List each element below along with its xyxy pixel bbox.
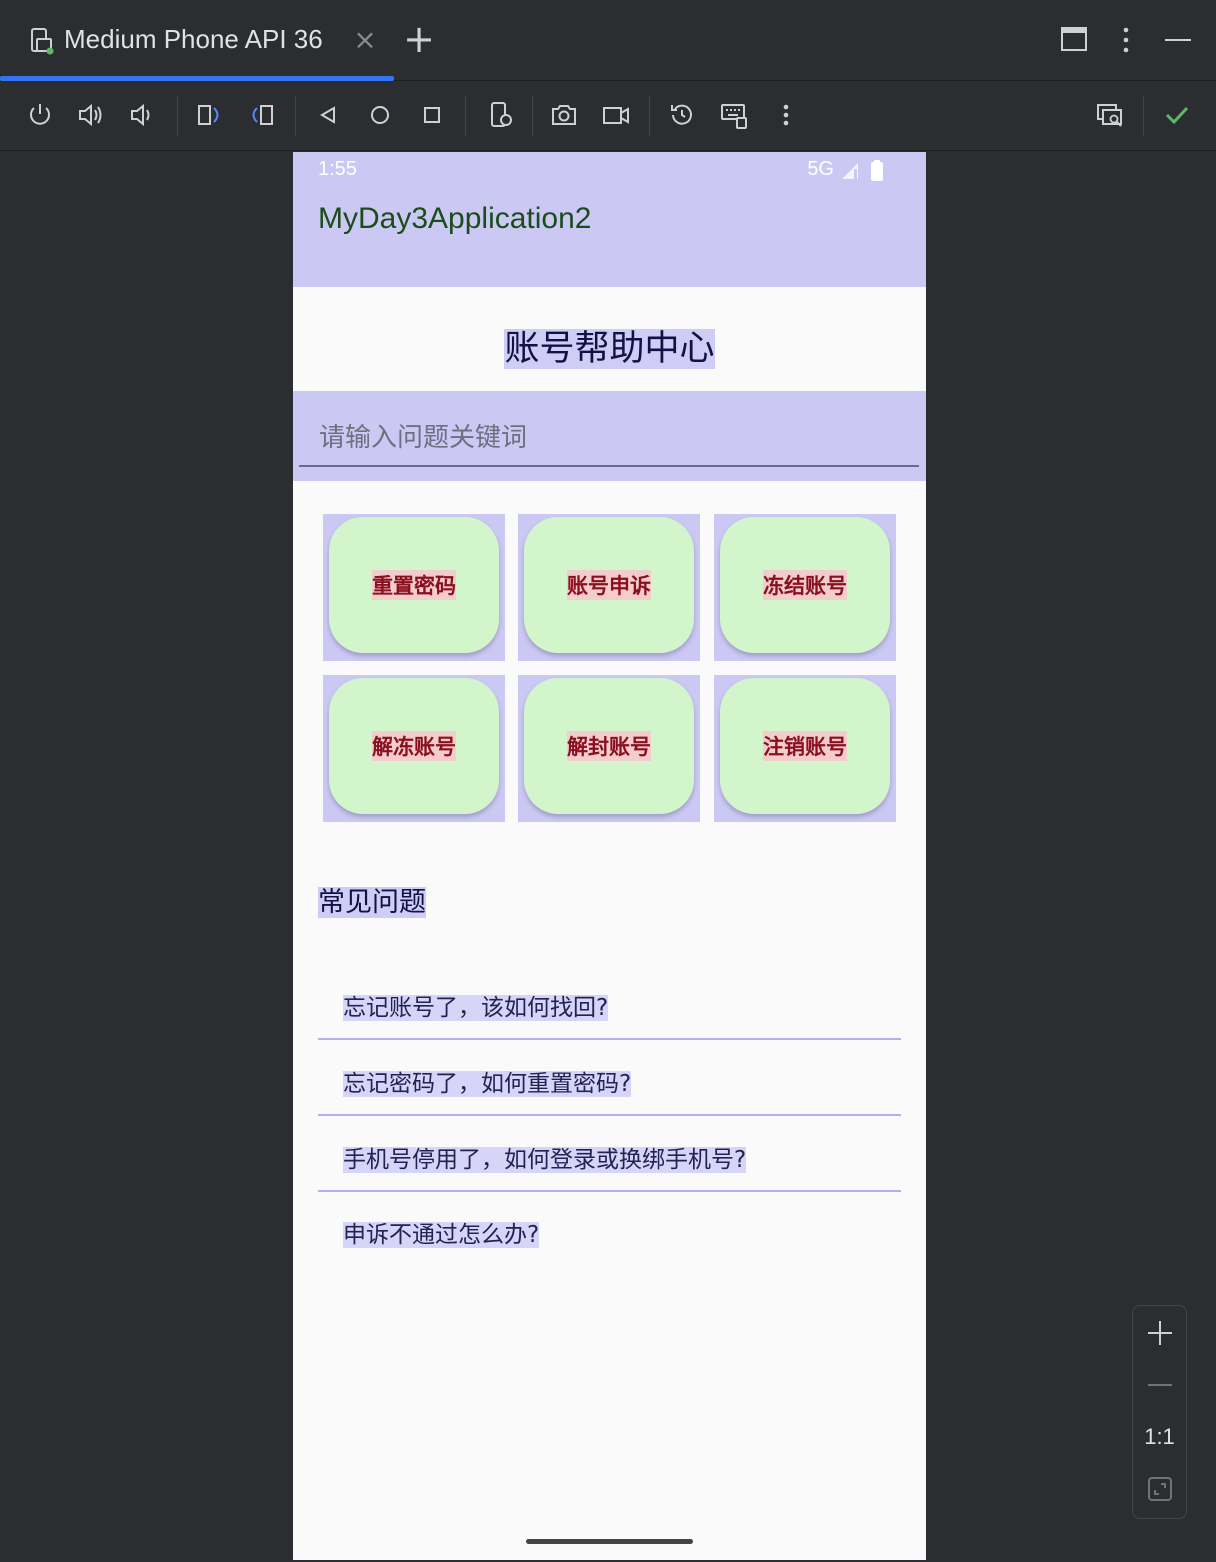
gesture-nav-bar[interactable] — [526, 1539, 693, 1544]
freeze-account-button[interactable]: 冻结账号 — [720, 517, 890, 653]
action-label: 注销账号 — [763, 731, 847, 761]
device-settings-icon[interactable] — [483, 97, 519, 133]
action-label: 账号申诉 — [567, 570, 651, 600]
rotate-left-icon[interactable] — [191, 97, 227, 133]
action-cell: 账号申诉 — [518, 514, 700, 661]
battery-icon — [871, 160, 883, 181]
maximize-window-icon[interactable] — [1056, 22, 1092, 58]
zoom-to-fit-icon[interactable] — [1147, 1476, 1173, 1502]
zoom-actual-size-button[interactable]: 1:1 — [1133, 1424, 1186, 1450]
search-container — [293, 391, 926, 481]
toolbar-separator — [465, 96, 466, 136]
faq-item[interactable]: 申诉不通过怎么办? — [318, 1215, 901, 1290]
volume-up-icon[interactable] — [73, 97, 109, 133]
faq-question-text: 申诉不通过怎么办? — [343, 1222, 540, 1248]
tab-medium-phone[interactable]: Medium Phone API 36 × — [0, 0, 394, 81]
faq-question: 忘记账号了，该如何找回? — [343, 988, 609, 1022]
toolbar-separator — [1143, 96, 1144, 136]
overview-icon[interactable] — [414, 97, 450, 133]
unfreeze-account-button[interactable]: 解冻账号 — [329, 678, 499, 814]
toolbar-separator — [177, 96, 178, 136]
action-cell: 解冻账号 — [323, 675, 505, 822]
device-mirror-icon[interactable] — [1092, 97, 1128, 133]
faq-divider — [318, 1114, 901, 1116]
search-input[interactable] — [299, 411, 919, 467]
faq-question-text: 忘记账号了，该如何找回? — [343, 995, 609, 1021]
tab-title: Medium Phone API 36 — [64, 24, 323, 54]
action-cell: 重置密码 — [323, 514, 505, 661]
zoom-out-icon[interactable] — [1145, 1370, 1175, 1400]
zoom-in-icon[interactable] — [1145, 1318, 1175, 1348]
faq-divider — [318, 1190, 901, 1192]
check-icon[interactable] — [1159, 97, 1195, 133]
faq-heading: 常见问题 — [318, 880, 426, 919]
camera-icon[interactable] — [546, 97, 582, 133]
faq-divider — [318, 1038, 901, 1040]
back-icon[interactable] — [310, 97, 346, 133]
add-tab-icon[interactable]: + — [400, 18, 438, 60]
toolbar-separator — [532, 96, 533, 136]
more-icon[interactable] — [768, 97, 804, 133]
action-cell: 注销账号 — [714, 675, 896, 822]
toolbar-separator — [649, 96, 650, 136]
faq-question-text: 手机号停用了，如何登录或换绑手机号? — [343, 1147, 747, 1173]
action-label: 解封账号 — [567, 731, 651, 761]
faq-question: 申诉不通过怎么办? — [343, 1215, 540, 1249]
toolbar-separator — [295, 96, 296, 136]
minimize-icon[interactable] — [1160, 22, 1196, 58]
power-icon[interactable] — [22, 97, 58, 133]
emulator-toolbar — [0, 81, 1216, 151]
help-center-title-text: 账号帮助中心 — [504, 329, 715, 369]
tab-bar: Medium Phone API 36 × + — [0, 0, 1216, 81]
action-label: 重置密码 — [372, 570, 456, 600]
reset-password-button[interactable]: 重置密码 — [329, 517, 499, 653]
unban-account-button[interactable]: 解封账号 — [524, 678, 694, 814]
zoom-controls: 1:1 — [1132, 1305, 1187, 1519]
action-cell: 解封账号 — [518, 675, 700, 822]
help-center-title: 账号帮助中心 — [293, 320, 926, 371]
action-label: 冻结账号 — [763, 570, 847, 600]
reset-icon[interactable] — [664, 97, 700, 133]
status-time: 1:55 — [318, 158, 357, 180]
faq-item[interactable]: 手机号停用了，如何登录或换绑手机号? — [318, 1140, 901, 1215]
rotate-right-icon[interactable] — [244, 97, 280, 133]
account-appeal-button[interactable]: 账号申诉 — [524, 517, 694, 653]
app-bar: 1:55 5G MyDay3Application2 — [293, 152, 926, 287]
home-icon[interactable] — [362, 97, 398, 133]
faq-item[interactable]: 忘记密码了，如何重置密码? — [318, 1064, 901, 1139]
screen-record-icon[interactable] — [598, 97, 634, 133]
faq-question: 手机号停用了，如何登录或换绑手机号? — [343, 1140, 747, 1174]
close-tab-icon[interactable]: × — [350, 22, 380, 58]
app-title: MyDay3Application2 — [318, 202, 592, 235]
faq-question-text: 忘记密码了，如何重置密码? — [343, 1071, 632, 1097]
volume-down-icon[interactable] — [123, 97, 159, 133]
status-network: 5G — [807, 158, 834, 180]
phone-screen: 1:55 5G MyDay3Application2 账号帮助中心 重置密码 账… — [293, 152, 926, 1560]
faq-heading-text: 常见问题 — [318, 887, 426, 918]
cancel-account-button[interactable]: 注销账号 — [720, 678, 890, 814]
action-cell: 冻结账号 — [714, 514, 896, 661]
signal-icon — [842, 163, 858, 179]
action-label: 解冻账号 — [372, 731, 456, 761]
faq-item[interactable]: 忘记账号了，该如何找回? — [318, 988, 901, 1063]
more-options-icon[interactable] — [1108, 22, 1144, 58]
faq-question: 忘记密码了，如何重置密码? — [343, 1064, 632, 1098]
device-tab-icon — [31, 28, 54, 55]
keyboard-icon[interactable] — [716, 97, 752, 133]
